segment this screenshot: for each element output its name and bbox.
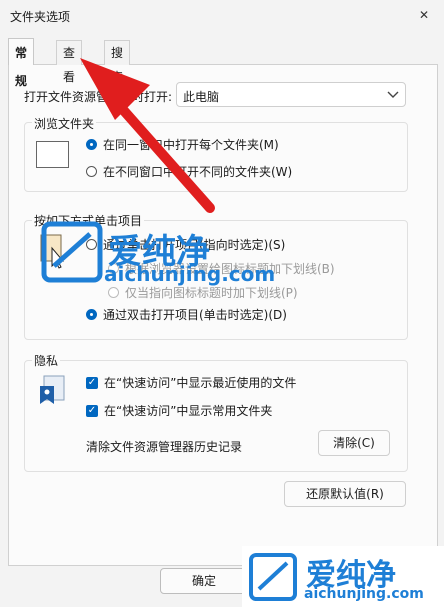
clear-history-label: 清除文件资源管理器历史记录 xyxy=(86,440,243,454)
watermark-logo-icon xyxy=(41,221,103,283)
ok-button[interactable]: 确定 xyxy=(160,568,248,594)
chevron-down-icon xyxy=(387,91,399,98)
restore-defaults-button[interactable]: 还原默认值(R) xyxy=(284,481,406,507)
window-title: 文件夹选项 xyxy=(10,10,71,24)
watermark-url: aichunjing.com xyxy=(104,262,276,286)
frequent-folders-label: 在“快速访问”中显示常用文件夹 xyxy=(104,404,273,418)
tab-general[interactable]: 常规 xyxy=(8,38,35,88)
recent-files-label: 在“快速访问”中显示最近使用的文件 xyxy=(104,376,297,390)
double-click-option[interactable]: 通过双击打开项目(单击时选定)(D) xyxy=(86,306,287,323)
close-icon[interactable]: ✕ xyxy=(413,4,435,26)
radio-disabled-icon xyxy=(108,287,119,298)
clear-button[interactable]: 清除(C) xyxy=(318,430,390,456)
underline-point-option: 仅当指向图标标题时加下划线(P) xyxy=(108,284,298,301)
checkbox-checked-icon[interactable]: ✓ xyxy=(86,404,98,417)
checkbox-checked-icon[interactable]: ✓ xyxy=(86,376,98,389)
corner-logo-icon xyxy=(249,553,297,601)
recent-files-check[interactable]: ✓ 在“快速访问”中显示最近使用的文件 xyxy=(86,374,296,391)
privacy-legend: 隐私 xyxy=(32,352,61,369)
quick-access-icon xyxy=(40,375,65,404)
corner-watermark: 爱纯净 aichunjing.com xyxy=(242,546,444,607)
annotation-arrow-icon xyxy=(80,58,215,213)
corner-url: aichunjing.com xyxy=(304,586,424,602)
frequent-folders-check[interactable]: ✓ 在“快速访问”中显示常用文件夹 xyxy=(86,402,272,419)
underline-point-label: 仅当指向图标标题时加下划线(P) xyxy=(125,286,298,300)
double-click-label: 通过双击打开项目(单击时选定)(D) xyxy=(103,308,287,322)
radio-selected-icon[interactable] xyxy=(86,309,97,320)
